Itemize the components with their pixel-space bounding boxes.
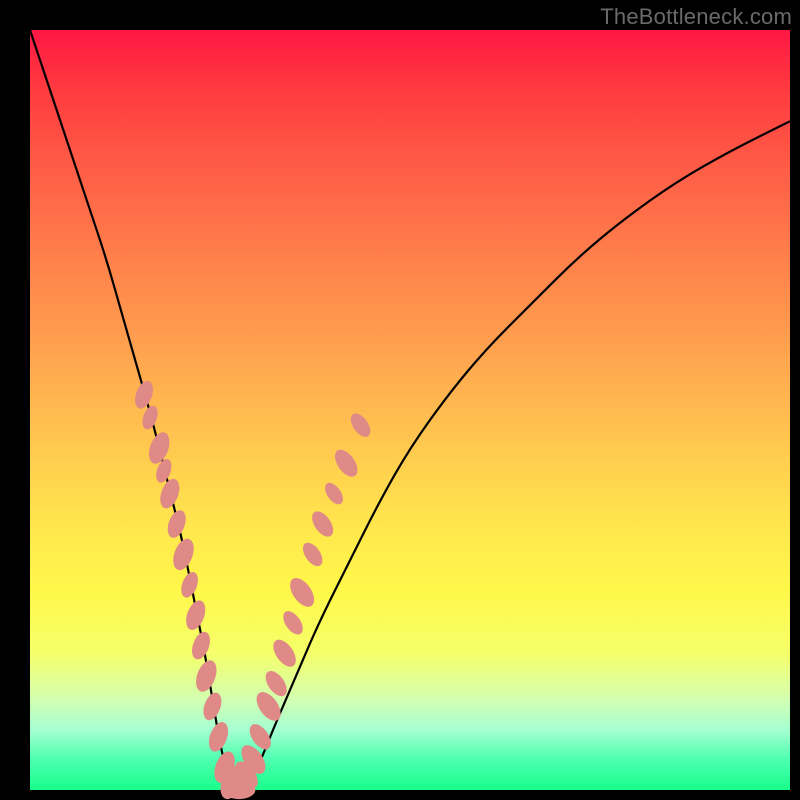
watermark-text: TheBottleneck.com	[600, 4, 792, 30]
scatter-marker	[164, 508, 189, 541]
scatter-marker	[321, 480, 346, 508]
plot-area	[30, 30, 790, 790]
scatter-marker	[182, 598, 209, 633]
scatter-markers	[132, 379, 375, 800]
chart-svg	[30, 30, 790, 790]
scatter-marker	[330, 446, 362, 481]
scatter-marker	[308, 508, 338, 541]
scatter-marker	[269, 636, 301, 671]
scatter-marker	[279, 608, 306, 638]
scatter-marker	[285, 574, 319, 611]
scatter-marker	[178, 570, 201, 600]
scatter-marker	[347, 410, 374, 440]
scatter-marker	[200, 690, 225, 723]
scatter-marker	[299, 539, 326, 569]
scatter-marker	[189, 629, 214, 662]
scatter-marker	[192, 657, 220, 694]
chart-frame: TheBottleneck.com	[0, 0, 800, 800]
scatter-marker	[205, 719, 232, 754]
scatter-marker	[169, 536, 197, 573]
bottleneck-curve	[30, 30, 790, 790]
